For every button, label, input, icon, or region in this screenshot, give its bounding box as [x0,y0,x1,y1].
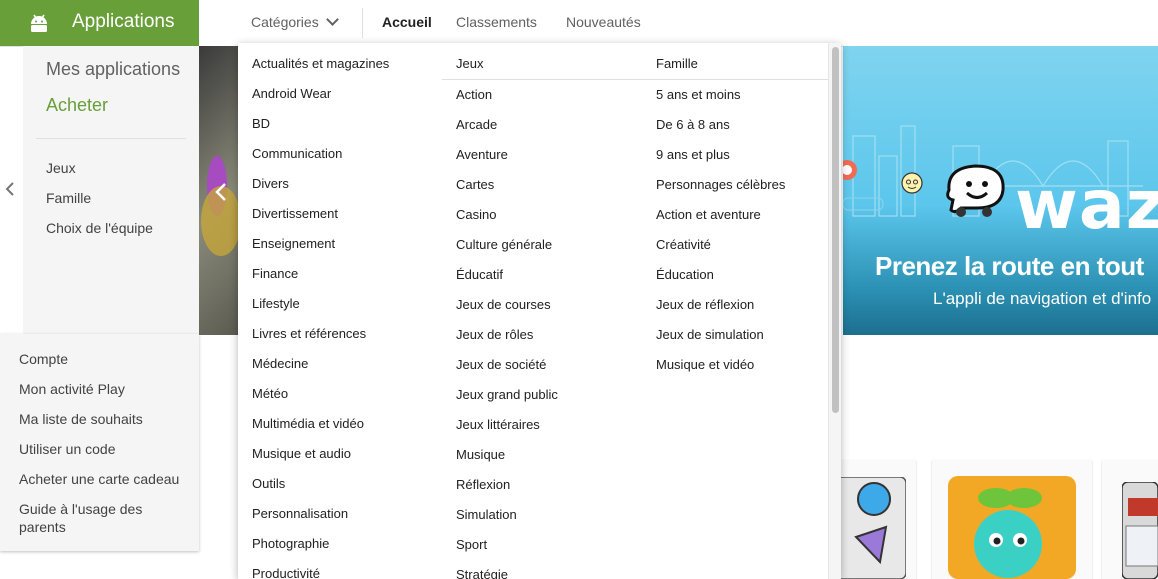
category-item[interactable]: Médecine [252,356,308,371]
category-item[interactable]: Divers [252,176,289,191]
top-bar: Applications Catégories Accueil Classeme… [0,0,1158,47]
category-header-jeux[interactable]: Jeux [456,56,483,71]
category-item[interactable]: Divertissement [252,206,338,221]
category-item[interactable]: Météo [252,386,288,401]
category-item[interactable]: Lifestyle [252,296,300,311]
category-item[interactable]: Android Wear [252,86,331,101]
category-item[interactable]: Personnages célèbres [656,177,785,192]
nav-divider [362,8,363,38]
category-item[interactable]: Éducatif [456,267,503,282]
category-item[interactable]: 5 ans et moins [656,87,741,102]
app-card[interactable] [932,460,1092,579]
tab-accueil[interactable]: Accueil [382,14,432,30]
dropdown-scrollbar-thumb[interactable] [832,47,839,413]
tab-classements[interactable]: Classements [456,14,537,30]
category-item[interactable]: Aventure [456,147,508,162]
category-item[interactable]: BD [252,116,270,131]
categories-dropdown: Actualités et magazines Android Wear BD … [238,43,841,579]
category-item[interactable]: Action [456,87,492,102]
hero-banner-left[interactable] [199,46,239,335]
map-pin-icon [843,160,857,180]
category-item[interactable]: Stratégie [456,567,508,579]
categories-menu[interactable]: Catégories [251,13,339,30]
chevron-left-icon[interactable] [5,182,15,196]
category-item[interactable]: Finance [252,266,298,281]
category-item[interactable]: Jeux de simulation [656,327,764,342]
app-thumbnail-image [948,476,1076,579]
category-item[interactable]: Jeux grand public [456,387,558,402]
category-item[interactable]: Jeux littéraires [456,417,540,432]
category-item[interactable]: Jeux de courses [456,297,551,312]
chevron-down-icon [325,13,339,26]
category-item[interactable]: 9 ans et plus [656,147,730,162]
account-item-compte[interactable]: Compte [19,350,189,368]
category-item[interactable]: Livres et références [252,326,366,341]
category-item[interactable]: Culture générale [456,237,552,252]
app-card[interactable] [1102,460,1158,579]
account-item-souhaits[interactable]: Ma liste de souhaits [19,410,189,428]
sidebar-item-famille[interactable]: Famille [46,190,91,206]
sidebar-item-choix-equipe[interactable]: Choix de l'équipe [46,220,153,236]
categories-label: Catégories [251,14,319,30]
category-item[interactable]: Photographie [252,536,329,551]
account-item-code[interactable]: Utiliser un code [19,440,189,458]
category-item[interactable]: Simulation [456,507,517,522]
category-item[interactable]: Personnalisation [252,506,348,521]
category-item[interactable]: Casino [456,207,496,222]
category-item[interactable]: Créativité [656,237,711,252]
category-item[interactable]: Enseignement [252,236,335,251]
category-item[interactable]: Outils [252,476,285,491]
app-title: Applications [72,11,175,32]
category-item[interactable]: Musique et vidéo [656,357,754,372]
category-item[interactable]: De 6 à 8 ans [656,117,730,132]
category-item[interactable]: Réflexion [456,477,510,492]
account-menu: Compte Mon activité Play Ma liste de sou… [0,334,199,551]
category-item[interactable]: Cartes [456,177,494,192]
category-item[interactable]: Éducation [656,267,714,282]
app-card[interactable] [836,460,916,579]
category-item[interactable]: Arcade [456,117,497,132]
account-item-carte-cadeau[interactable]: Acheter une carte cadeau [19,470,189,488]
category-item[interactable]: Actualités et magazines [252,56,389,71]
waze-logo-text: waze [1015,166,1158,245]
category-item[interactable]: Jeux de réflexion [656,297,754,312]
category-item[interactable]: Sport [456,537,487,552]
app-thumbnail-image [1122,482,1158,579]
account-item-activite[interactable]: Mon activité Play [19,380,189,398]
category-item[interactable]: Musique [456,447,505,462]
sidebar-shop[interactable]: Acheter [46,95,108,116]
category-item[interactable]: Productivité [252,566,320,579]
app-thumbnail-image [836,477,906,579]
waze-mascot-icon [946,164,1005,217]
category-item[interactable]: Jeux de société [456,357,546,372]
category-item[interactable]: Action et aventure [656,207,761,222]
category-item[interactable]: Communication [252,146,342,161]
chevron-left-icon[interactable] [213,182,229,202]
column-header-divider [442,79,828,80]
hero-banner[interactable]: waze Prenez la route en tout L'appli de … [843,46,1158,335]
android-icon [31,14,47,32]
sidebar-my-apps[interactable]: Mes applications [46,59,180,80]
category-header-famille[interactable]: Famille [656,56,698,71]
brand-bar[interactable]: Applications [0,0,199,46]
sidebar: Mes applications Acheter Jeux Famille Ch… [23,46,199,334]
category-item[interactable]: Musique et audio [252,446,351,461]
hero-subline: L'appli de navigation et d'info [933,289,1152,308]
wazer-avatar-icon [901,172,923,194]
tab-nouveautes[interactable]: Nouveautés [566,14,641,30]
hero-headline: Prenez la route en tout [875,251,1144,281]
category-item[interactable]: Jeux de rôles [456,327,533,342]
category-item[interactable]: Multimédia et vidéo [252,416,364,431]
sidebar-divider [36,138,186,139]
sidebar-item-jeux[interactable]: Jeux [46,160,76,176]
account-item-guide-parents[interactable]: Guide à l'usage des parents [19,500,189,536]
